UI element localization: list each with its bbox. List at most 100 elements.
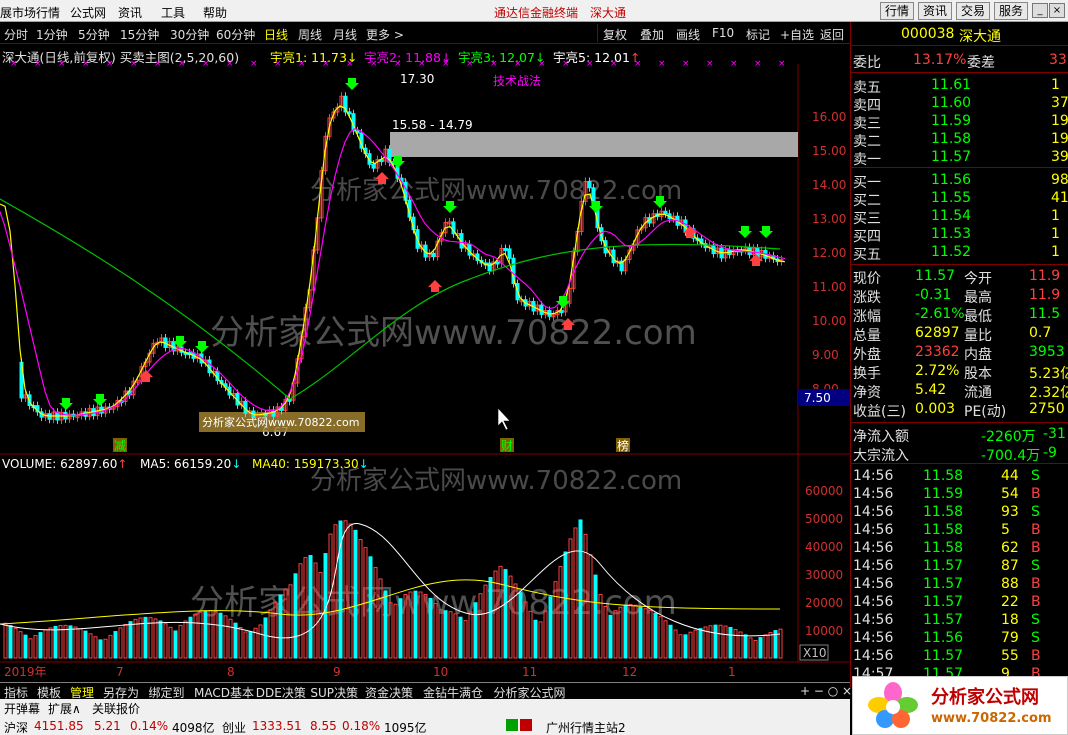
signal-cross-icon: × [274,59,282,69]
volume-bar [173,630,178,659]
weicha-value: 33 [1049,52,1067,68]
stat-row: 换手 2.72%股本 5.23亿 [851,363,1068,382]
volume-bar [63,624,68,659]
period-more[interactable]: 更多 > [366,26,404,43]
volume-bar [123,623,128,659]
volume-bar [308,555,313,659]
ask-label: 卖二 [853,134,881,150]
stat-row: 涨跌 -0.31 最高 11.9 [851,287,1068,306]
tick-volume: 88 [1001,576,1019,592]
period-30min[interactable]: 30分钟 [170,26,209,43]
tool-mark[interactable]: 标记 [746,26,770,43]
stat-value: 11.5 [1029,306,1061,322]
trade-button[interactable]: 交易 [956,2,991,20]
tick-price: 11.57 [923,648,964,664]
close-icon[interactable]: × [1049,3,1065,18]
period-5min[interactable]: 5分钟 [78,26,110,43]
tick-side: S [1031,630,1040,646]
date-8: 8 [227,665,235,679]
tick-price: 11.59 [923,486,964,502]
volume-bar [533,619,538,659]
ask-volume: 19 [1051,113,1068,129]
flow-row: 大宗流入 -700.4万 -9 [851,445,1068,464]
minimize-icon[interactable]: _ [1032,3,1048,18]
watermark-badge-text: 分析家公式网www.70822.com [202,415,359,429]
bid-row: 买二 11.55 41 [851,190,1068,209]
period-daily[interactable]: 日线 [264,26,288,43]
period-timeshare[interactable]: 分时 [4,26,28,43]
tick-time: 14:56 [853,648,894,664]
bid-label: 买二 [853,193,881,209]
volume-bar [258,624,263,659]
signal-cross-icon: × [514,59,522,69]
status-related-quote[interactable]: 关联报价 [92,700,140,717]
date-11: 11 [522,665,537,679]
volume-bar [428,597,433,659]
volume-bar [383,590,388,659]
tick-row: 14:56 11.58 5 B [851,522,1068,540]
menu-tools[interactable]: 工具 [161,4,185,21]
volume-bar [713,624,718,659]
signal-cross-icon: × [634,59,642,69]
signal-cross-icon: × [34,59,42,69]
signal-cross-icon: × [202,59,210,69]
tool-add-watchlist[interactable]: +自选 [780,26,814,43]
volume-bar [83,630,88,659]
menu-help[interactable]: 帮助 [203,4,227,21]
tool-back[interactable]: 返回 [820,26,844,43]
volume-bar [103,638,108,659]
menu-formula-site[interactable]: 公式网 [70,4,106,21]
weibi-value: 13.17% [913,52,967,68]
service-button[interactable]: 服务 [994,2,1029,20]
tool-overlay[interactable]: 叠加 [640,26,664,43]
stat-row: 收益(三) 0.003 PE(动) 2750 [851,401,1068,420]
period-1min[interactable]: 1分钟 [36,26,68,43]
menu-bar: 展市场行情 公式网 资讯 工具 帮助 通达信金融终端 深大通 行情 资讯 交易 … [0,0,1068,22]
signal-cross-icon: × [58,59,66,69]
ticker-cy-amount: 1095亿 [384,721,427,735]
period-60min[interactable]: 60分钟 [216,26,255,43]
signal-cross-icon: × [610,59,618,69]
menu-market[interactable]: 展市场行情 [0,4,60,21]
stat-value: 5.42 [915,382,947,398]
tick-row: 14:56 11.58 62 B [851,540,1068,558]
toolbar-divider [597,24,598,42]
date-9: 9 [333,665,341,679]
stat-label: 内盘 [964,347,992,363]
ask-label: 卖一 [853,152,881,168]
period-monthly[interactable]: 月线 [333,26,357,43]
zoom-controls[interactable]: + − ○ × [800,684,852,698]
tick-row: 14:56 11.58 93 S [851,504,1068,522]
signal-cross-icon: × [754,59,762,69]
quote-button[interactable]: 行情 [880,2,915,20]
tool-adjust[interactable]: 复权 [603,26,627,43]
index-ticker: 沪深 4151.85 5.21 0.14% 4098亿 创业 1333.51 8… [0,717,850,735]
kline-chart[interactable]: 15.58 - 14.79 17.30 6.67 技术战法 分析家公式网www.… [0,44,850,682]
volume-bar [763,634,768,659]
event-reduce: 减 [114,439,126,453]
tick-time: 14:56 [853,540,894,556]
volume-bar [33,635,38,659]
status-danmaku[interactable]: 开弹幕 [4,700,40,717]
tick-row: 14:56 11.57 87 S [851,558,1068,576]
ticker-server: 广州行情主站2 [546,721,626,735]
tool-draw[interactable]: 画线 [676,26,700,43]
news-button[interactable]: 资讯 [918,2,953,20]
status-expand[interactable]: 扩展∧ [48,700,81,717]
tick-time: 14:56 [853,504,894,520]
bid-label: 买一 [853,175,881,191]
buy-sell-signals: × × × × × × × × × × × × × × × × × × × × × × × × × × × × × × × × × [10,59,786,410]
alert-icon [520,719,532,731]
period-weekly[interactable]: 周线 [298,26,322,43]
volume-bar [58,625,63,659]
menu-news[interactable]: 资讯 [118,4,142,21]
tick-side: B [1031,594,1041,610]
tick-side: S [1031,612,1040,628]
ask-row: 卖三 11.59 19 [851,113,1068,132]
period-15min[interactable]: 15分钟 [120,26,159,43]
tick-volume: 44 [1001,468,1019,484]
volume-bar [118,627,123,659]
tool-f10[interactable]: F10 [712,26,734,40]
flower-logo-icon [868,682,918,728]
stat-label: 现价 [853,271,881,287]
